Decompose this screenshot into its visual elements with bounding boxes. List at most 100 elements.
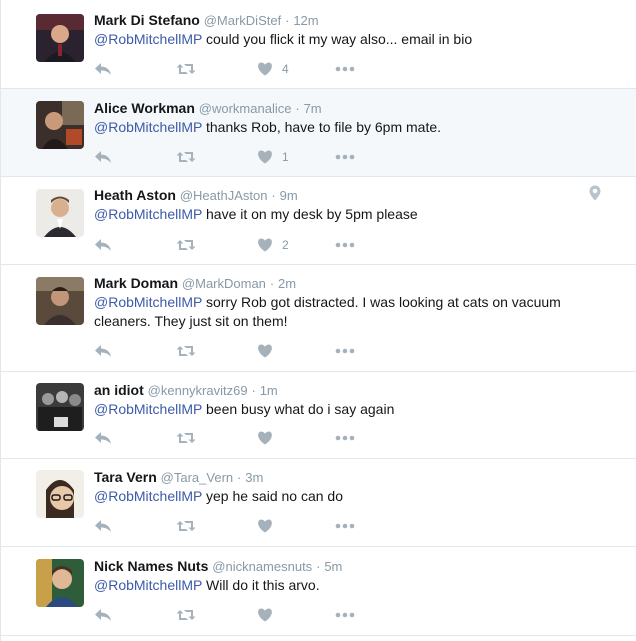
tweet-actions: 4 [94, 60, 394, 78]
more-icon [335, 348, 355, 354]
more-button[interactable] [335, 148, 355, 166]
mention-link[interactable]: @RobMitchellMP [94, 577, 202, 593]
author-handle[interactable]: @MarkDiStef [204, 13, 282, 28]
mention-link[interactable]: @RobMitchellMP [94, 294, 202, 310]
retweet-icon [176, 521, 196, 531]
more-icon [335, 66, 355, 72]
separator: · [285, 13, 290, 28]
heart-icon [258, 519, 272, 533]
timestamp[interactable]: 1m [260, 383, 278, 398]
author-name[interactable]: Tara Vern [94, 469, 157, 485]
mention-link[interactable]: @RobMitchellMP [94, 401, 202, 417]
reply-button[interactable] [94, 60, 112, 78]
tweet[interactable]: Alice Workman @workmanalice · 7m @RobMit… [1, 89, 636, 177]
avatar[interactable] [36, 383, 84, 431]
retweet-button[interactable] [176, 60, 196, 78]
tweet-body: have it on my desk by 5pm please [202, 206, 418, 222]
tweet-header: Alice Workman @workmanalice · 7m [94, 100, 322, 116]
retweet-button[interactable] [176, 236, 196, 254]
like-button[interactable]: 2 [257, 236, 289, 254]
reply-button[interactable] [94, 517, 112, 535]
like-button[interactable]: 4 [257, 60, 289, 78]
separator: · [316, 559, 321, 574]
tweet[interactable]: an idiot @kennykravitz69 · 1m @RobMitche… [1, 372, 636, 459]
like-button[interactable] [257, 606, 282, 624]
author-handle[interactable]: @nicknamesnuts [212, 559, 312, 574]
separator: · [295, 101, 300, 116]
author-handle[interactable]: @Tara_Vern [161, 470, 233, 485]
tweet-header: an idiot @kennykravitz69 · 1m [94, 382, 278, 398]
more-button[interactable] [335, 517, 355, 535]
retweet-button[interactable] [176, 606, 196, 624]
more-button[interactable] [335, 60, 355, 78]
author-handle[interactable]: @kennykravitz69 [148, 383, 248, 398]
tweet-actions [94, 606, 394, 624]
tweet-body: thanks Rob, have to file by 6pm mate. [202, 119, 442, 135]
tweet-body: yep he said no can do [202, 488, 343, 504]
tweet-text: @RobMitchellMP have it on my desk by 5pm… [94, 205, 594, 224]
reply-button[interactable] [94, 342, 112, 360]
separator: · [251, 383, 256, 398]
more-button[interactable] [335, 429, 355, 447]
avatar[interactable] [36, 189, 84, 237]
mention-link[interactable]: @RobMitchellMP [94, 119, 202, 135]
author-handle[interactable]: @workmanalice [199, 101, 292, 116]
timestamp[interactable]: 7m [304, 101, 322, 116]
timestamp[interactable]: 5m [324, 559, 342, 574]
tweet-body: Will do it this arvo. [202, 577, 320, 593]
separator: · [271, 188, 276, 203]
reply-button[interactable] [94, 148, 112, 166]
tweet-actions [94, 429, 394, 447]
avatar[interactable] [36, 14, 84, 62]
avatar[interactable] [36, 277, 84, 325]
tweet-body: could you flick it my way also... email … [202, 31, 473, 47]
like-button[interactable]: 1 [257, 148, 289, 166]
author-name[interactable]: Heath Aston [94, 187, 176, 203]
mention-link[interactable]: @RobMitchellMP [94, 488, 202, 504]
retweet-button[interactable] [176, 148, 196, 166]
timestamp[interactable]: 9m [280, 188, 298, 203]
avatar[interactable] [36, 559, 84, 607]
tweet-text: @RobMitchellMP thanks Rob, have to file … [94, 118, 594, 137]
reply-icon [95, 63, 111, 75]
more-icon [335, 435, 355, 441]
reply-button[interactable] [94, 236, 112, 254]
author-name[interactable]: an idiot [94, 382, 144, 398]
reply-button[interactable] [94, 606, 112, 624]
like-button[interactable] [257, 517, 282, 535]
author-handle[interactable]: @HeathJAston [180, 188, 268, 203]
tweet[interactable]: Heath Aston @HeathJAston · 9m @RobMitche… [1, 177, 636, 265]
more-button[interactable] [335, 342, 355, 360]
mention-link[interactable]: @RobMitchellMP [94, 206, 202, 222]
timestamp[interactable]: 12m [293, 13, 318, 28]
retweet-icon [176, 64, 196, 74]
author-name[interactable]: Nick Names Nuts [94, 558, 208, 574]
more-button[interactable] [335, 606, 355, 624]
author-name[interactable]: Mark Di Stefano [94, 12, 200, 28]
tweet[interactable]: Tara Vern @Tara_Vern · 3m @RobMitchellMP… [1, 459, 636, 547]
tweet-header: Tara Vern @Tara_Vern · 3m [94, 469, 263, 485]
mention-link[interactable]: @RobMitchellMP [94, 31, 202, 47]
location-pin-icon[interactable] [589, 185, 601, 206]
retweet-button[interactable] [176, 342, 196, 360]
more-button[interactable] [335, 236, 355, 254]
reply-icon [95, 432, 111, 444]
tweet[interactable]: Nick Names Nuts @nicknamesnuts · 5m @Rob… [1, 547, 636, 636]
retweet-icon [176, 610, 196, 620]
tweet[interactable]: Mark Di Stefano @MarkDiStef · 12m @RobMi… [1, 0, 636, 89]
reply-button[interactable] [94, 429, 112, 447]
timestamp[interactable]: 2m [278, 276, 296, 291]
avatar[interactable] [36, 101, 84, 149]
tweet-header: Mark Di Stefano @MarkDiStef · 12m [94, 12, 319, 28]
heart-icon [258, 150, 272, 164]
retweet-button[interactable] [176, 517, 196, 535]
avatar[interactable] [36, 470, 84, 518]
like-button[interactable] [257, 429, 282, 447]
timestamp[interactable]: 3m [245, 470, 263, 485]
author-handle[interactable]: @MarkDoman [182, 276, 266, 291]
retweet-button[interactable] [176, 429, 196, 447]
author-name[interactable]: Mark Doman [94, 275, 178, 291]
tweet[interactable]: Mark Doman @MarkDoman · 2m @RobMitchellM… [1, 265, 636, 372]
like-button[interactable] [257, 342, 282, 360]
author-name[interactable]: Alice Workman [94, 100, 195, 116]
